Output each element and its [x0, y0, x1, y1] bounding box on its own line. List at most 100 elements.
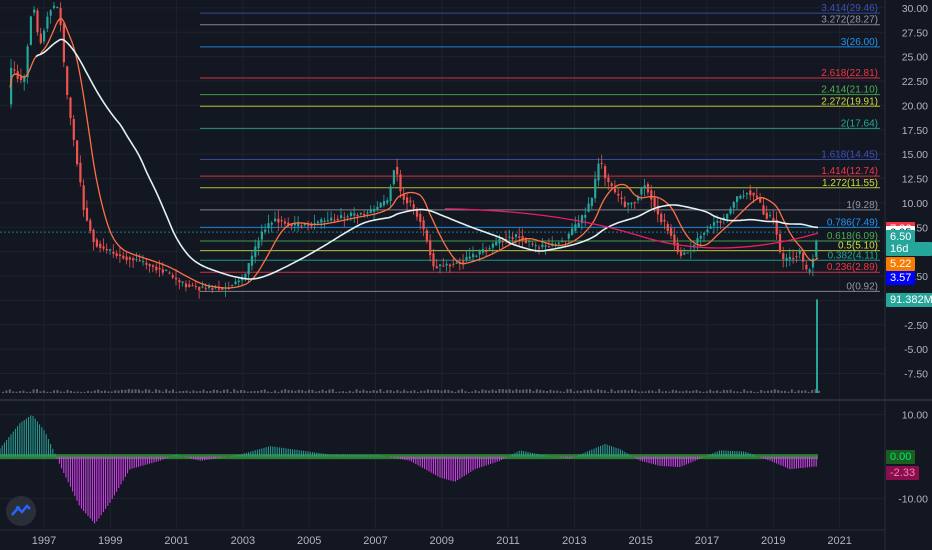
- volume-bar: [403, 389, 406, 393]
- candle: [653, 197, 656, 207]
- volume-bar: [583, 389, 586, 393]
- candle: [188, 284, 191, 288]
- volume-bar: [195, 391, 198, 393]
- volume-bar: [131, 389, 134, 393]
- candle: [62, 23, 65, 63]
- volume-bar: [257, 390, 259, 393]
- candle: [359, 212, 362, 215]
- candle: [399, 174, 402, 192]
- candle: [343, 217, 346, 219]
- volume-bar: [321, 389, 324, 393]
- volume-bar: [433, 390, 436, 393]
- volume-bar: [773, 389, 776, 393]
- fib-level-label: 2.272(19.91): [821, 96, 878, 107]
- volume-bar: [2, 391, 4, 393]
- volume-bar: [637, 391, 640, 393]
- candle: [211, 288, 214, 290]
- volume-bar: [19, 391, 21, 393]
- price-chart[interactable]: 3.414(29.46)3.272(28.27) 3(26.00) 2.618(22…: [0, 0, 932, 550]
- candle: [346, 216, 349, 218]
- time-tick-label: 2011: [496, 535, 520, 547]
- volume-bar: [763, 391, 766, 393]
- volume-bar: [393, 391, 395, 393]
- candle: [686, 252, 689, 254]
- candle: [412, 204, 415, 209]
- candle: [439, 264, 442, 266]
- volume-bar: [709, 389, 712, 393]
- time-tick-label: 2017: [695, 535, 719, 547]
- fib-level-label: 1(9.28): [846, 200, 878, 211]
- price-tick-label: 15.00: [902, 149, 928, 161]
- candle: [571, 228, 574, 235]
- volume-bar: [226, 389, 229, 393]
- candle: [194, 286, 197, 288]
- candle: [49, 10, 52, 16]
- candle: [382, 201, 386, 206]
- candle: [627, 202, 630, 205]
- time-tick-label: 2003: [231, 535, 255, 547]
- candle: [109, 249, 112, 251]
- time-tick-label: 2021: [827, 535, 851, 547]
- volume-bar: [522, 389, 525, 393]
- volume-bar: [294, 390, 297, 393]
- candle: [142, 261, 145, 263]
- volume-bar: [597, 389, 599, 393]
- candle: [46, 16, 49, 29]
- candle: [112, 251, 115, 254]
- candle: [706, 229, 709, 232]
- price-tick-label: 10.00: [902, 198, 928, 210]
- candle: [175, 277, 178, 280]
- price-tick-label: 20.00: [902, 100, 928, 112]
- fib-level-label: 2.618(22.81): [821, 68, 878, 79]
- candle: [148, 264, 151, 267]
- price-axis[interactable]: 30.00 27.50 25.00 22.50 20.00 17.50 15.00 12.50…: [902, 3, 928, 381]
- candle: [247, 262, 250, 275]
- candle: [564, 240, 567, 242]
- volume-bar: [569, 389, 572, 393]
- volume-bar: [668, 391, 671, 393]
- time-tick-label: 1997: [32, 535, 56, 547]
- fibonacci-extension[interactable]: 3.414(29.46)3.272(28.27) 3(26.00) 2.618(22…: [0, 3, 880, 292]
- volume-bar: [729, 389, 732, 393]
- time-axis[interactable]: 1997 1999 2001 2003 2005 2007 2009 2011 2013 2015…: [32, 535, 852, 547]
- volume-bar: [801, 390, 803, 393]
- volume-bar: [277, 391, 280, 393]
- volume-bar: [716, 390, 718, 393]
- candle: [76, 140, 79, 165]
- price-tick-label: 27.50: [902, 27, 928, 39]
- volume-bar: [688, 391, 691, 393]
- volume-bar: [83, 391, 86, 393]
- candle: [128, 257, 131, 260]
- candle: [455, 262, 458, 264]
- ma-long-line: [444, 208, 819, 249]
- volume-bar: [308, 389, 310, 393]
- candle: [274, 218, 277, 222]
- candle: [280, 220, 283, 222]
- volume-bar: [355, 389, 358, 393]
- volume-bar: [335, 391, 338, 393]
- volume-bar: [15, 391, 18, 393]
- candle: [270, 222, 273, 225]
- candle: [79, 162, 82, 183]
- tradingview-logo[interactable]: [6, 496, 36, 526]
- candle: [597, 163, 600, 181]
- candle: [115, 253, 118, 257]
- candle: [584, 214, 587, 218]
- volume-bar: [192, 390, 195, 393]
- volume-bar: [532, 391, 535, 393]
- time-tick-label: 2005: [297, 535, 321, 547]
- candle: [752, 192, 755, 196]
- volume-bar: [733, 391, 735, 393]
- volume-bar: [284, 389, 287, 393]
- candle: [392, 170, 395, 185]
- volume-bar: [563, 391, 565, 393]
- volume-bar: [488, 390, 491, 393]
- candle: [59, 7, 62, 25]
- volume-bar: [454, 391, 457, 393]
- volume-bar: [212, 389, 215, 393]
- candle: [178, 280, 181, 283]
- volume-bar: [328, 389, 331, 393]
- volume-bar: [484, 390, 487, 393]
- candle: [528, 241, 531, 243]
- candle: [217, 288, 221, 290]
